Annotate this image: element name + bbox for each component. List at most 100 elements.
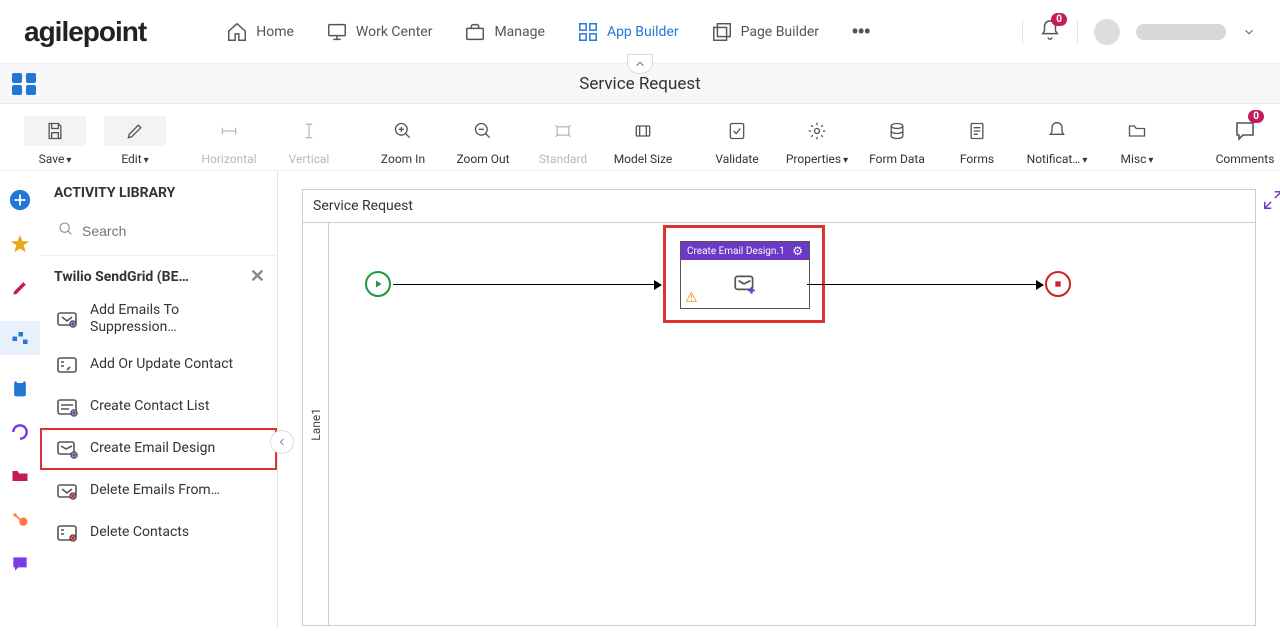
forms-icon (967, 121, 987, 141)
zoom-out-button[interactable]: Zoom Out (446, 116, 520, 166)
bell-badge: 0 (1051, 13, 1067, 26)
activity-node[interactable]: Create Email Design.1 ⚙ ⚠ (680, 241, 810, 309)
connection[interactable] (393, 284, 661, 285)
rail-edit[interactable] (9, 277, 31, 299)
misc-button[interactable]: Misc▾ (1100, 116, 1174, 166)
comments-badge: 0 (1248, 110, 1264, 123)
divider (1022, 20, 1023, 44)
list-item[interactable]: Delete Contacts (40, 512, 277, 554)
toolbar: Save▾ Edit▾ Horizontal Vertical Zoom In … (0, 104, 1280, 171)
properties-button[interactable]: Properties▾ (780, 116, 854, 166)
briefcase-icon (464, 21, 486, 43)
activity-design-icon (730, 272, 760, 298)
rail-workflow[interactable] (0, 321, 40, 355)
logo: agilepoint (24, 16, 146, 48)
apps-icon (577, 21, 599, 43)
expand-canvas-button[interactable] (1262, 189, 1280, 213)
activity-icon (54, 520, 80, 546)
model-size-icon (633, 121, 653, 141)
title-bar: Service Request (0, 64, 1280, 104)
connection[interactable] (807, 284, 1043, 285)
gear-icon[interactable]: ⚙ (792, 244, 803, 258)
library-header: ACTIVITY LIBRARY (40, 171, 277, 211)
gear-icon (807, 121, 827, 141)
pages-icon (711, 21, 733, 43)
list-item[interactable]: Add Or Update Contact (40, 344, 277, 386)
folder-icon (1127, 121, 1147, 141)
rail-folder[interactable] (9, 465, 31, 487)
database-icon (887, 121, 907, 141)
end-node[interactable] (1045, 271, 1071, 297)
nav-work-center[interactable]: Work Center (326, 21, 433, 43)
rail-star[interactable] (9, 233, 31, 255)
page-title: Service Request (579, 74, 700, 94)
bell-icon (1047, 121, 1067, 141)
library-list: Add Emails To Suppression… Add Or Update… (40, 294, 277, 628)
search-icon (58, 221, 74, 241)
list-item[interactable]: Delete Emails From… (40, 470, 277, 512)
standard-icon (553, 121, 573, 141)
nav-items: Home Work Center Manage App Builder Page… (226, 18, 1006, 46)
main: ACTIVITY LIBRARY Twilio SendGrid (BE… ✕ … (0, 171, 1280, 628)
notifications-button[interactable]: Notificat…▾ (1020, 116, 1094, 166)
validate-icon (727, 121, 747, 141)
rail-hubspot[interactable] (9, 509, 31, 531)
activity-highlight: Create Email Design.1 ⚙ ⚠ (663, 225, 825, 323)
save-icon (45, 121, 65, 141)
notification-bell[interactable]: 0 (1039, 19, 1061, 45)
nav-manage[interactable]: Manage (464, 21, 544, 43)
save-button[interactable]: Save▾ (18, 116, 92, 166)
list-item[interactable]: Add Emails To Suppression… (40, 294, 277, 344)
rail-chat[interactable] (9, 553, 31, 575)
nav-right: 0 (1022, 19, 1256, 45)
edit-button[interactable]: Edit▾ (98, 116, 172, 166)
rail-add[interactable] (9, 189, 31, 211)
form-data-button[interactable]: Form Data (860, 116, 934, 166)
nav-app-builder[interactable]: App Builder (577, 21, 679, 43)
activity-icon (54, 478, 80, 504)
model-size-button[interactable]: Model Size (606, 116, 680, 166)
process-header[interactable]: Service Request (302, 189, 1256, 223)
nav-home[interactable]: Home (226, 21, 294, 43)
search-input[interactable] (54, 217, 263, 245)
standard-button[interactable]: Standard (526, 116, 600, 166)
zoom-in-button[interactable]: Zoom In (366, 116, 440, 166)
forms-button[interactable]: Forms (940, 116, 1014, 166)
nav-page-builder[interactable]: Page Builder (711, 21, 819, 43)
warning-icon: ⚠ (685, 290, 698, 306)
lane-canvas[interactable]: Create Email Design.1 ⚙ ⚠ (329, 223, 1255, 625)
horizontal-icon (219, 121, 239, 141)
zoom-in-icon (393, 121, 413, 141)
list-item-create-email-design[interactable]: Create Email Design (40, 428, 277, 470)
process-canvas[interactable]: Service Request Lane1 Create Email Desig… (278, 171, 1280, 628)
collapse-panel-button[interactable] (270, 430, 294, 454)
collapse-toolbar-button[interactable] (627, 54, 653, 74)
user-name-placeholder (1136, 24, 1226, 40)
pencil-icon (125, 121, 145, 141)
list-item[interactable]: Create Contact List (40, 386, 277, 428)
activity-icon (54, 436, 80, 462)
rail-loop[interactable] (9, 421, 31, 443)
activity-header: Create Email Design.1 ⚙ (681, 242, 809, 260)
monitor-icon (326, 21, 348, 43)
rail-clipboard[interactable] (9, 377, 31, 399)
home-icon (226, 21, 248, 43)
library-category[interactable]: Twilio SendGrid (BE… ✕ (40, 256, 277, 294)
comments-button[interactable]: 0 Comments (1214, 116, 1276, 166)
nav-more[interactable]: ••• (851, 18, 869, 46)
lane-label[interactable]: Lane1 (303, 223, 329, 625)
avatar[interactable] (1094, 19, 1120, 45)
activity-icon (54, 394, 80, 420)
vertical-button[interactable]: Vertical (272, 116, 346, 166)
close-icon[interactable]: ✕ (250, 266, 265, 287)
activity-library-panel: ACTIVITY LIBRARY Twilio SendGrid (BE… ✕ … (40, 171, 278, 628)
horizontal-button[interactable]: Horizontal (192, 116, 266, 166)
validate-button[interactable]: Validate (700, 116, 774, 166)
start-node[interactable] (365, 271, 391, 297)
activity-icon (54, 306, 80, 332)
activity-body: ⚠ (681, 260, 809, 310)
app-grid-icon[interactable] (12, 73, 38, 95)
library-search (40, 211, 277, 256)
chevron-down-icon[interactable] (1242, 25, 1256, 39)
vertical-icon (299, 121, 319, 141)
